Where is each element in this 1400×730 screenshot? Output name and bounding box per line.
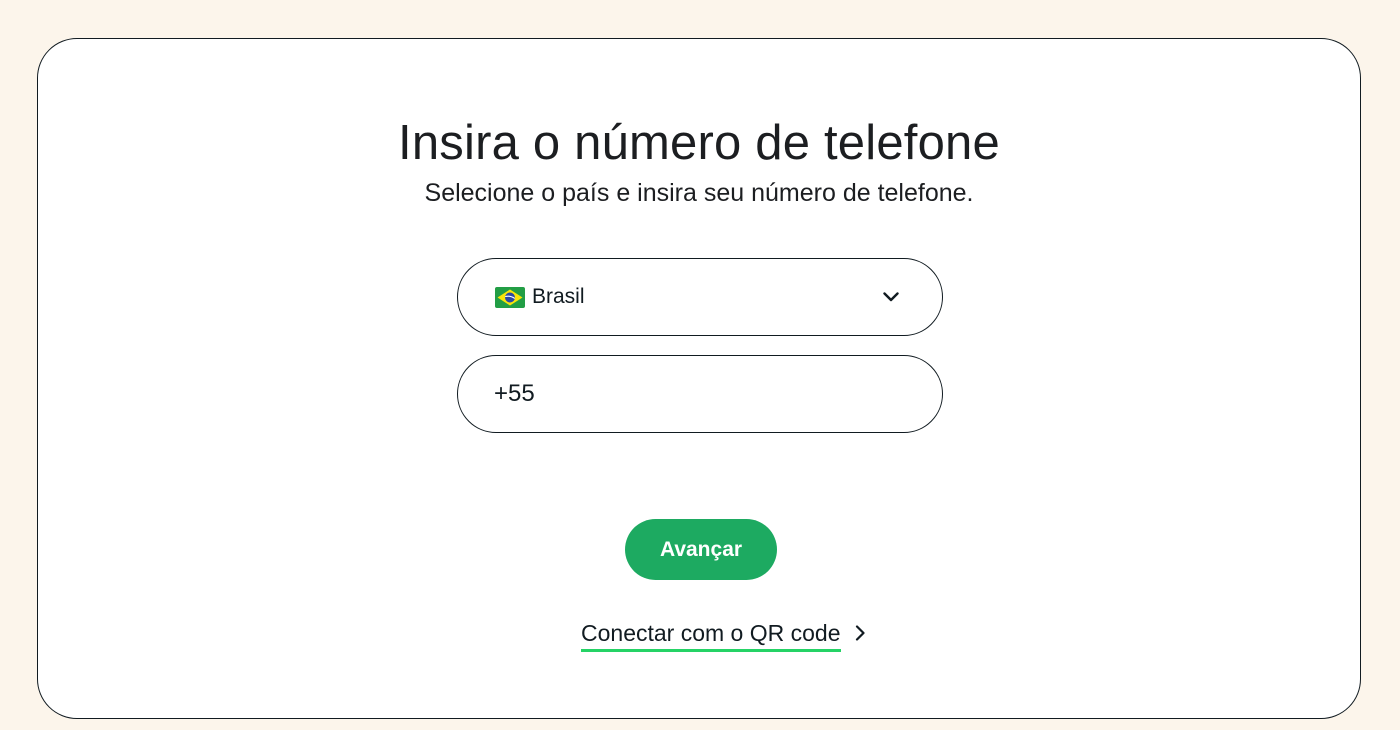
brazil-flag-icon [495, 286, 525, 308]
connect-with-qr-code-link[interactable]: Conectar com o QR code [581, 619, 867, 655]
phone-number-input[interactable] [494, 380, 894, 408]
page-subtitle: Selecione o país e insira seu número de … [424, 179, 974, 207]
chevron-down-icon[interactable] [882, 288, 900, 306]
country-select[interactable]: Brasil [457, 258, 943, 336]
chevron-right-icon[interactable] [853, 624, 867, 642]
phone-number-field[interactable] [457, 355, 943, 433]
qr-link-label[interactable]: Conectar com o QR code [581, 619, 841, 652]
next-button[interactable]: Avançar [625, 519, 777, 580]
selected-country-label: Brasil [532, 285, 585, 308]
page-title: Insira o número de telefone [398, 116, 1000, 170]
login-card: Insira o número de telefone Selecione o … [37, 38, 1361, 719]
